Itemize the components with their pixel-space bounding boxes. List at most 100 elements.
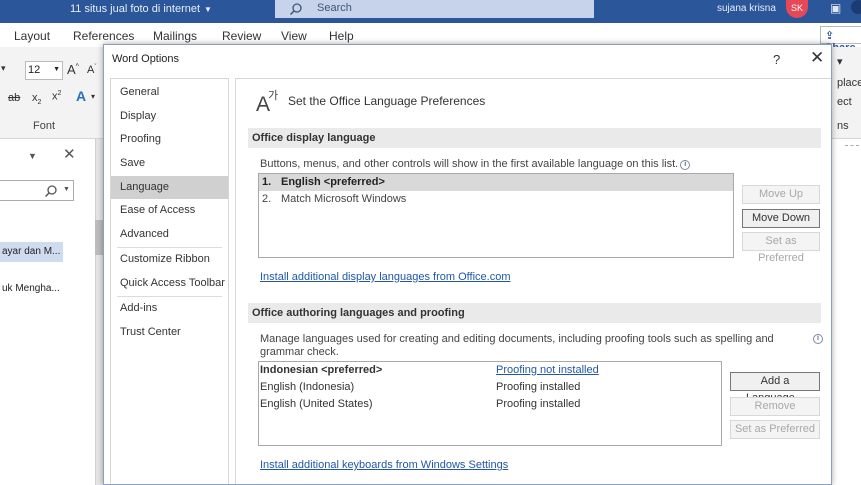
nav-item-add-ins[interactable]: Add-ins	[111, 297, 228, 320]
vertical-ruler	[95, 139, 103, 485]
search-icon	[289, 3, 302, 16]
proofing-status: Proofing installed	[496, 381, 581, 393]
ruler-margin	[95, 220, 103, 255]
replace-label[interactable]: place	[837, 77, 861, 89]
authoring-languages-description: Manage languages used for creating and e…	[260, 333, 774, 358]
page-title: Set the Office Language Preferences	[288, 94, 486, 108]
user-name: sujana krisna	[717, 3, 776, 14]
set-as-preferred-display-button[interactable]: Set as Preferred	[742, 232, 820, 264]
tab-view[interactable]: View	[281, 29, 307, 43]
table-row[interactable]: English (United States) Proofing install…	[259, 396, 733, 413]
chevron-down-icon[interactable]: ▾	[91, 92, 95, 101]
chevron-down-icon[interactable]: ▼	[28, 151, 37, 161]
install-display-languages-link[interactable]: Install additional display languages fro…	[260, 271, 511, 283]
share-icon: ⇪	[825, 30, 835, 42]
font-size-value: 12	[28, 64, 41, 76]
language-name: English (United States)	[260, 398, 373, 410]
add-language-button[interactable]: Add a Language...	[730, 372, 820, 404]
document-title-text: 11 situs jual foto di internet	[70, 3, 201, 15]
share-button[interactable]: ⇪ Share	[820, 26, 861, 54]
nav-heading-item[interactable]: ayar dan M...	[0, 242, 63, 262]
page-boundary	[845, 145, 859, 146]
text-effects-icon[interactable]: A	[76, 88, 86, 104]
chevron-down-icon: ▼	[63, 186, 70, 193]
nav-item-advanced[interactable]: Advanced	[111, 223, 228, 246]
close-icon: ✕	[810, 48, 825, 67]
font-name-dropdown-icon[interactable]: ▾	[1, 63, 6, 74]
minimize-icon[interactable]	[851, 0, 861, 14]
tab-review[interactable]: Review	[222, 29, 261, 43]
grow-font-icon[interactable]: A^	[67, 62, 79, 77]
list-item-number: 1.	[262, 176, 272, 188]
search-icon	[44, 185, 57, 198]
title-bar: 11 situs jual foto di internet ▼ Search s…	[0, 0, 861, 23]
superscript-icon[interactable]: x2	[52, 90, 61, 103]
proofing-status-link[interactable]: Proofing not installed	[496, 364, 599, 376]
table-row[interactable]: Indonesian <preferred> Proofing not inst…	[259, 362, 733, 379]
find-dropdown-icon[interactable]: ▾	[837, 55, 843, 68]
remove-language-button[interactable]: Remove	[730, 397, 820, 416]
list-item[interactable]: 2. Match Microsoft Windows	[259, 191, 733, 208]
navigation-pane: ▼ ✕ ▼ ayar dan M... uk Mengha...	[0, 139, 95, 485]
list-item-label: English <preferred>	[281, 176, 385, 188]
nav-item-trust-center[interactable]: Trust Center	[111, 321, 228, 344]
close-button[interactable]: ✕	[810, 48, 824, 68]
subscript-icon[interactable]: x2	[32, 92, 41, 106]
word-options-dialog: Word Options ? ✕ General Display Proofin…	[103, 44, 832, 485]
nav-item-save[interactable]: Save	[111, 152, 228, 175]
list-item-label: Match Microsoft Windows	[281, 193, 407, 205]
nav-item-ease-of-access[interactable]: Ease of Access	[111, 199, 228, 222]
tab-layout[interactable]: Layout	[14, 29, 50, 43]
tab-help[interactable]: Help	[329, 29, 354, 43]
nav-item-language[interactable]: Language	[111, 176, 228, 199]
install-keyboards-link[interactable]: Install additional keyboards from Window…	[260, 459, 508, 471]
display-language-list[interactable]: 1. English <preferred> 2. Match Microsoft …	[258, 173, 734, 258]
document-area	[831, 139, 861, 485]
proofing-status: Proofing installed	[496, 398, 581, 410]
nav-item-display[interactable]: Display	[111, 105, 228, 128]
options-nav: General Display Proofing Save Language E…	[110, 78, 229, 484]
nav-item-customize-ribbon[interactable]: Customize Ribbon	[111, 248, 228, 271]
search-box[interactable]: Search	[275, 0, 594, 18]
language-name: Indonesian <preferred>	[260, 364, 383, 376]
chevron-down-icon: ▼	[204, 5, 212, 14]
section-header-authoring-languages: Office authoring languages and proofing	[248, 303, 821, 323]
move-down-button[interactable]: Move Down	[742, 209, 820, 228]
move-up-button[interactable]: Move Up	[742, 185, 820, 204]
language-settings-panel: A 가 Set the Office Language Preferences …	[235, 78, 831, 484]
select-label[interactable]: ect	[837, 96, 852, 108]
nav-item-quick-access-toolbar[interactable]: Quick Access Toolbar	[111, 272, 228, 295]
strikethrough-icon[interactable]: ab	[8, 92, 20, 104]
tab-references[interactable]: References	[73, 29, 134, 43]
font-group-label: Font	[33, 120, 56, 132]
ribbon-display-options-icon[interactable]: ▣	[830, 1, 841, 15]
nav-item-proofing[interactable]: Proofing	[111, 128, 228, 151]
svg-text:가: 가	[268, 89, 278, 102]
shrink-font-icon[interactable]: Aˇ	[87, 64, 96, 76]
avatar[interactable]: SK	[786, 0, 808, 18]
chevron-down-icon: ▼	[53, 66, 60, 73]
tab-mailings[interactable]: Mailings	[153, 29, 197, 43]
editing-group-label: ns	[837, 120, 849, 132]
font-size-input[interactable]: 12 ▼	[25, 61, 63, 80]
list-item[interactable]: 1. English <preferred>	[259, 174, 733, 191]
section-header-display-language: Office display language	[248, 128, 821, 148]
document-title[interactable]: 11 situs jual foto di internet ▼	[70, 3, 212, 15]
search-placeholder: Search	[317, 2, 352, 14]
dialog-title: Word Options	[112, 53, 180, 65]
set-as-preferred-authoring-button[interactable]: Set as Preferred	[730, 420, 820, 439]
list-item-number: 2.	[262, 193, 272, 205]
info-icon[interactable]: i	[680, 160, 691, 170]
authoring-language-list[interactable]: Indonesian <preferred> Proofing not inst…	[258, 361, 722, 446]
info-icon[interactable]: i	[813, 334, 823, 344]
table-row[interactable]: English (Indonesia) Proofing installed	[259, 379, 733, 396]
nav-item-general[interactable]: General	[111, 81, 228, 104]
help-button[interactable]: ?	[773, 52, 780, 67]
language-icon: A 가	[256, 89, 278, 113]
close-icon[interactable]: ✕	[63, 145, 76, 163]
navigation-search-input[interactable]: ▼	[0, 180, 74, 201]
display-language-description: Buttons, menus, and other controls will …	[260, 158, 691, 170]
nav-heading-item[interactable]: uk Mengha...	[0, 283, 60, 294]
language-name: English (Indonesia)	[260, 381, 355, 393]
description-text: Buttons, menus, and other controls will …	[260, 158, 679, 170]
